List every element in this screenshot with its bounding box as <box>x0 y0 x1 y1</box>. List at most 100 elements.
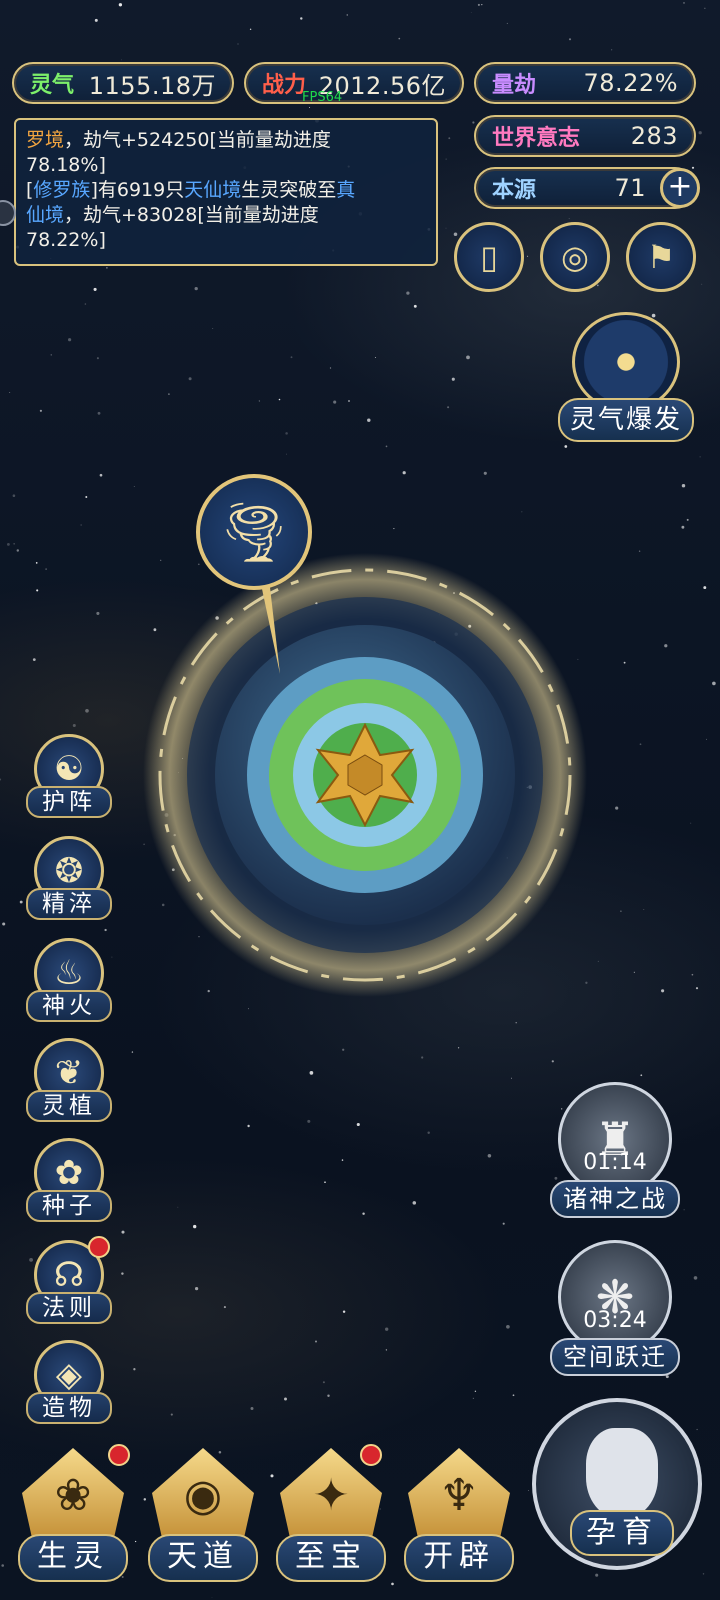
notification-badge <box>108 1444 130 1466</box>
space-jump-button[interactable]: ❋ 03:24 空间跃迁 <box>550 1240 680 1380</box>
notification-badge <box>360 1444 382 1466</box>
star <box>451 377 455 381</box>
bottom-menu-item[interactable]: ◉ 天道 <box>144 1448 262 1588</box>
star <box>93 287 97 291</box>
side-menu-item[interactable]: ♨ 神火 <box>26 938 112 1028</box>
card-icon: ▯ <box>480 238 498 276</box>
card-button[interactable]: ▯ <box>454 222 524 292</box>
star <box>96 357 99 360</box>
flag-button[interactable]: ⚑ <box>626 222 696 292</box>
star <box>385 1327 389 1331</box>
star <box>515 1021 517 1024</box>
world-will-stat[interactable]: 世界意志 283 <box>474 115 696 157</box>
star <box>487 1154 492 1158</box>
star <box>595 1573 599 1577</box>
side-menu-item[interactable]: ◈ 造物 <box>26 1340 112 1430</box>
star <box>94 18 98 22</box>
star <box>702 1573 705 1575</box>
star <box>393 528 395 530</box>
star <box>696 1428 698 1431</box>
star <box>247 1124 250 1128</box>
star <box>512 1394 515 1397</box>
star <box>170 1413 173 1416</box>
log-realm-name: 真 <box>336 179 356 201</box>
star <box>706 738 707 740</box>
bottom-menu-icon: ♆ <box>439 1470 479 1521</box>
star <box>333 400 337 404</box>
side-menu-item[interactable]: ❦ 灵植 <box>26 1038 112 1128</box>
bottom-menu-art: ❀ <box>22 1448 124 1548</box>
star <box>470 12 472 13</box>
side-menu-item[interactable]: ☯ 护阵 <box>26 734 112 824</box>
vortex-button[interactable]: ◎ <box>540 222 610 292</box>
star <box>640 1074 643 1077</box>
star <box>413 304 417 308</box>
star <box>511 1077 512 1079</box>
star <box>406 291 410 295</box>
calamity-value: 78.22% <box>583 69 678 97</box>
star <box>445 227 447 229</box>
lingqi-label: 灵气 <box>30 73 75 98</box>
bottom-menu-icon: ◉ <box>183 1470 223 1521</box>
star <box>168 393 170 395</box>
fps-counter: FPS64 <box>302 90 343 105</box>
star <box>448 137 451 140</box>
gods-war-button[interactable]: ♜ 01:14 诸神之战 <box>550 1082 680 1222</box>
star <box>596 284 599 287</box>
star <box>118 3 123 7</box>
star <box>134 1540 137 1543</box>
star <box>12 494 16 497</box>
star <box>194 286 198 291</box>
star <box>445 158 447 160</box>
star <box>13 543 15 545</box>
bottom-menu-icon: ❀ <box>54 1470 92 1521</box>
star <box>284 1397 287 1401</box>
log-line-2: [修罗族]有6919只天仙境生灵突破至真 <box>26 178 426 203</box>
swirl-icon: ❋ <box>558 1240 672 1354</box>
star <box>131 1051 134 1053</box>
star <box>36 589 39 592</box>
side-menu-item[interactable]: ✿ 种子 <box>26 1138 112 1228</box>
star <box>19 900 23 904</box>
tornado-event-marker[interactable]: 🌪 <box>196 474 312 590</box>
star <box>329 367 332 369</box>
lotus-icon <box>247 657 483 893</box>
star <box>290 356 293 359</box>
space-jump-timer: 03:24 <box>583 1308 647 1333</box>
star <box>327 1394 330 1397</box>
lingqi-value: 1155.18万 <box>88 71 216 100</box>
star <box>643 909 645 910</box>
star <box>16 549 20 552</box>
star <box>466 355 470 360</box>
star <box>177 1206 179 1208</box>
star <box>250 1407 254 1410</box>
star <box>322 1381 325 1384</box>
star <box>398 37 401 40</box>
bottom-menu-item[interactable]: ❀ 生灵 <box>14 1448 132 1588</box>
star <box>300 17 303 20</box>
star <box>309 107 311 108</box>
calamity-stat[interactable]: 量劫 78.22% <box>474 62 696 104</box>
side-menu-label: 精淬 <box>26 888 112 920</box>
bottom-menu-art: ◉ <box>152 1448 254 1548</box>
star <box>133 486 135 487</box>
star <box>362 1212 365 1215</box>
star <box>367 418 371 422</box>
log-line-3: 仙境，劫气+83028[当前量劫进度 <box>26 203 426 228</box>
lingqi-burst-button[interactable]: 灵气爆发 <box>558 312 694 448</box>
star <box>85 708 89 713</box>
side-menu-item[interactable]: ❂ 精淬 <box>26 836 112 926</box>
star <box>278 398 281 401</box>
star <box>402 471 406 475</box>
world-orb[interactable] <box>140 540 590 1010</box>
bottom-menu-item[interactable]: ✦ 至宝 <box>272 1448 390 1588</box>
add-origin-button[interactable]: + <box>660 168 700 208</box>
nurture-button[interactable]: 孕育 <box>532 1398 702 1570</box>
star <box>568 38 572 41</box>
star <box>106 267 108 269</box>
log-text: 生灵突破至 <box>241 179 337 201</box>
star <box>1 1564 4 1567</box>
star <box>211 1597 213 1599</box>
bottom-menu-item[interactable]: ♆ 开辟 <box>400 1448 518 1588</box>
star <box>683 1209 685 1211</box>
